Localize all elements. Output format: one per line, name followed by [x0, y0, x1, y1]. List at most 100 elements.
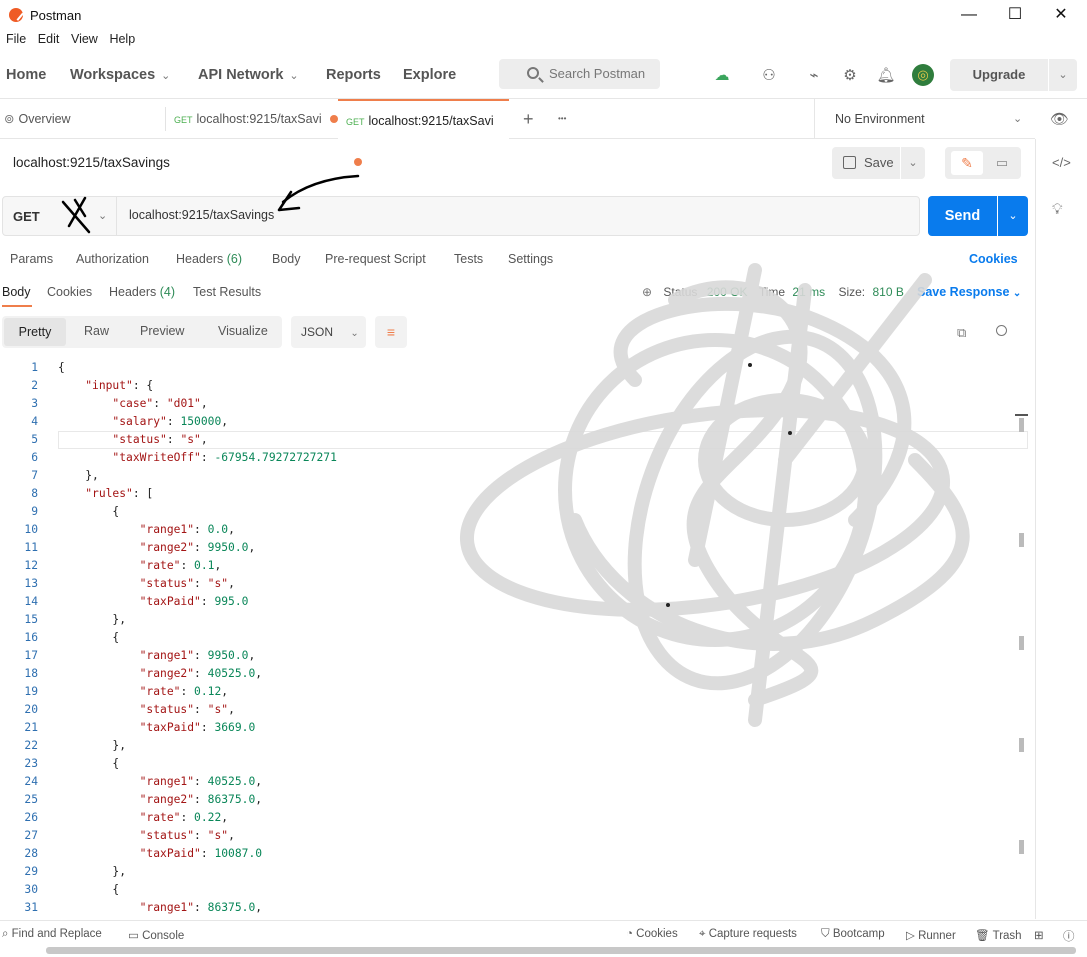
save-response-button[interactable]: Save Response ⌄: [917, 285, 1021, 299]
nav-explore[interactable]: Explore: [403, 67, 456, 83]
code-line: 7 },: [0, 467, 1028, 485]
line-number: 13: [24, 577, 38, 590]
send-button[interactable]: Send: [928, 196, 997, 236]
code-icon[interactable]: </>: [1052, 155, 1071, 170]
more-tabs-button[interactable]: •••: [558, 99, 566, 139]
search-icon[interactable]: [996, 325, 1007, 336]
status-value[interactable]: 200 OK: [707, 285, 748, 299]
tab-url: localhost:9215/taxSavi: [196, 112, 322, 126]
tab-prerequest-script[interactable]: Pre-request Script: [325, 252, 426, 266]
satellite-icon[interactable]: ⌁: [804, 66, 824, 86]
menu-view[interactable]: View: [71, 32, 98, 46]
tab-headers[interactable]: Headers (6): [176, 252, 242, 266]
nav-home[interactable]: Home: [6, 67, 46, 83]
time-value[interactable]: 21 ms: [792, 285, 825, 299]
size-value[interactable]: 810 B: [872, 285, 903, 299]
menu-edit[interactable]: Edit: [38, 32, 60, 46]
code-text: "status": "s",: [139, 577, 235, 590]
format-raw[interactable]: Raw: [84, 324, 109, 338]
line-number: 18: [24, 667, 38, 680]
invite-user-icon[interactable]: ⚇: [759, 66, 779, 86]
code-line: 29 },: [0, 863, 1028, 881]
code-text: },: [58, 865, 127, 878]
maximize-button[interactable]: ☐: [992, 3, 1038, 27]
tab-settings[interactable]: Settings: [508, 252, 553, 266]
avatar[interactable]: ◎: [912, 64, 934, 86]
trash-button[interactable]: 🗑︎ Trash: [975, 928, 1022, 942]
response-body[interactable]: 1{2 "input": {3 "case": "d01", 4 "salary"…: [0, 360, 1028, 914]
cookies-button[interactable]: ◔ Cookies: [626, 928, 678, 940]
capture-requests-button[interactable]: ⌖ Capture requests: [699, 928, 797, 941]
tab-tests[interactable]: Tests: [454, 252, 483, 266]
code-line: 15 },: [0, 611, 1028, 629]
code-text: "range2": 9950.0,: [139, 541, 256, 554]
comment-icon[interactable]: ▭: [987, 151, 1017, 175]
runner-icon: ▷: [906, 930, 915, 942]
upgrade-button[interactable]: Upgrade: [950, 59, 1048, 91]
language-selector[interactable]: JSON ⌄: [291, 316, 366, 348]
two-pane-icon[interactable]: ⊞: [1034, 928, 1044, 942]
bell-icon[interactable]: 🔔︎: [876, 66, 896, 86]
tab-authorization[interactable]: Authorization: [76, 252, 149, 266]
horizontal-scrollbar[interactable]: [46, 947, 1076, 954]
format-preview[interactable]: Preview: [140, 324, 184, 338]
capture-label: Capture requests: [708, 928, 797, 940]
environment-selector[interactable]: No Environment ⌄: [814, 99, 1035, 139]
response-tab-test-results[interactable]: Test Results: [193, 285, 261, 299]
copy-icon[interactable]: ⧉: [957, 325, 966, 341]
nav-reports[interactable]: Reports: [326, 67, 381, 83]
nav-api-network-label: API Network: [198, 67, 284, 83]
upgrade-dropdown-button[interactable]: ⌄: [1049, 59, 1077, 91]
code-text: "rules": [: [85, 487, 154, 500]
headers-count: (6): [226, 252, 243, 266]
wrap-lines-icon[interactable]: ≡: [375, 316, 407, 348]
line-number: 1: [31, 361, 38, 374]
find-replace-button[interactable]: ⌕ Find and Replace: [2, 928, 102, 941]
console-button[interactable]: ▭ Console: [128, 928, 184, 942]
runner-label: Runner: [918, 930, 956, 942]
format-pretty[interactable]: Pretty: [4, 318, 66, 346]
menu-help[interactable]: Help: [109, 32, 135, 46]
tab-overview[interactable]: ⊚ Overview: [4, 99, 71, 139]
menu-file[interactable]: File: [6, 32, 26, 46]
pencil-icon[interactable]: ✎: [951, 151, 983, 175]
line-number: 26: [24, 811, 38, 824]
nav-workspaces[interactable]: Workspaces ⌄: [70, 67, 170, 83]
tab-method: GET: [174, 115, 193, 125]
bootcamp-button[interactable]: ⛉ Bootcamp: [821, 928, 885, 941]
code-line: 18 "range2": 40525.0,: [0, 665, 1028, 683]
gear-icon[interactable]: ⚙: [840, 66, 860, 86]
format-visualize[interactable]: Visualize: [218, 324, 268, 338]
tab-url: localhost:9215/taxSavi: [368, 114, 494, 128]
eye-icon[interactable]: 👁︎: [1050, 110, 1069, 128]
nav-api-network[interactable]: API Network ⌄: [198, 67, 299, 83]
runner-button[interactable]: ▷ Runner: [906, 928, 956, 942]
response-tab-body[interactable]: Body: [2, 285, 31, 299]
response-tab-headers[interactable]: Headers (4): [109, 285, 175, 299]
tab-request-1[interactable]: GET localhost:9215/taxSavi: [174, 99, 338, 139]
search-input[interactable]: Search Postman: [499, 59, 660, 89]
new-tab-button[interactable]: +: [523, 99, 534, 139]
line-number: 14: [24, 595, 38, 608]
code-text: "range1": 86375.0,: [139, 901, 263, 914]
chevron-down-icon: ⌄: [1012, 288, 1022, 299]
line-number: 31: [24, 901, 38, 914]
response-tab-cookies[interactable]: Cookies: [47, 285, 92, 299]
close-button[interactable]: ✕: [1038, 3, 1084, 27]
cloud-sync-icon[interactable]: ☁: [712, 66, 732, 86]
save-dropdown-button[interactable]: ⌄: [901, 147, 925, 179]
tab-params[interactable]: Params: [10, 252, 53, 266]
code-text: "range1": 9950.0,: [139, 649, 256, 662]
lightbulb-icon[interactable]: 💡︎: [1052, 201, 1063, 218]
tab-headers-label: Headers: [176, 252, 224, 266]
line-number: 30: [24, 883, 38, 896]
tab-body[interactable]: Body: [272, 252, 301, 266]
trash-label: Trash: [992, 930, 1022, 942]
help-icon[interactable]: ⓘ: [1063, 928, 1075, 944]
tab-request-2[interactable]: GET localhost:9215/taxSavi: [338, 99, 509, 166]
send-dropdown-button[interactable]: ⌄: [998, 196, 1028, 236]
scroll-thumb[interactable]: [1015, 414, 1028, 416]
minimize-button[interactable]: —: [946, 3, 992, 27]
overview-icon: ⊚: [4, 112, 15, 126]
cookies-link[interactable]: Cookies: [969, 252, 1018, 266]
